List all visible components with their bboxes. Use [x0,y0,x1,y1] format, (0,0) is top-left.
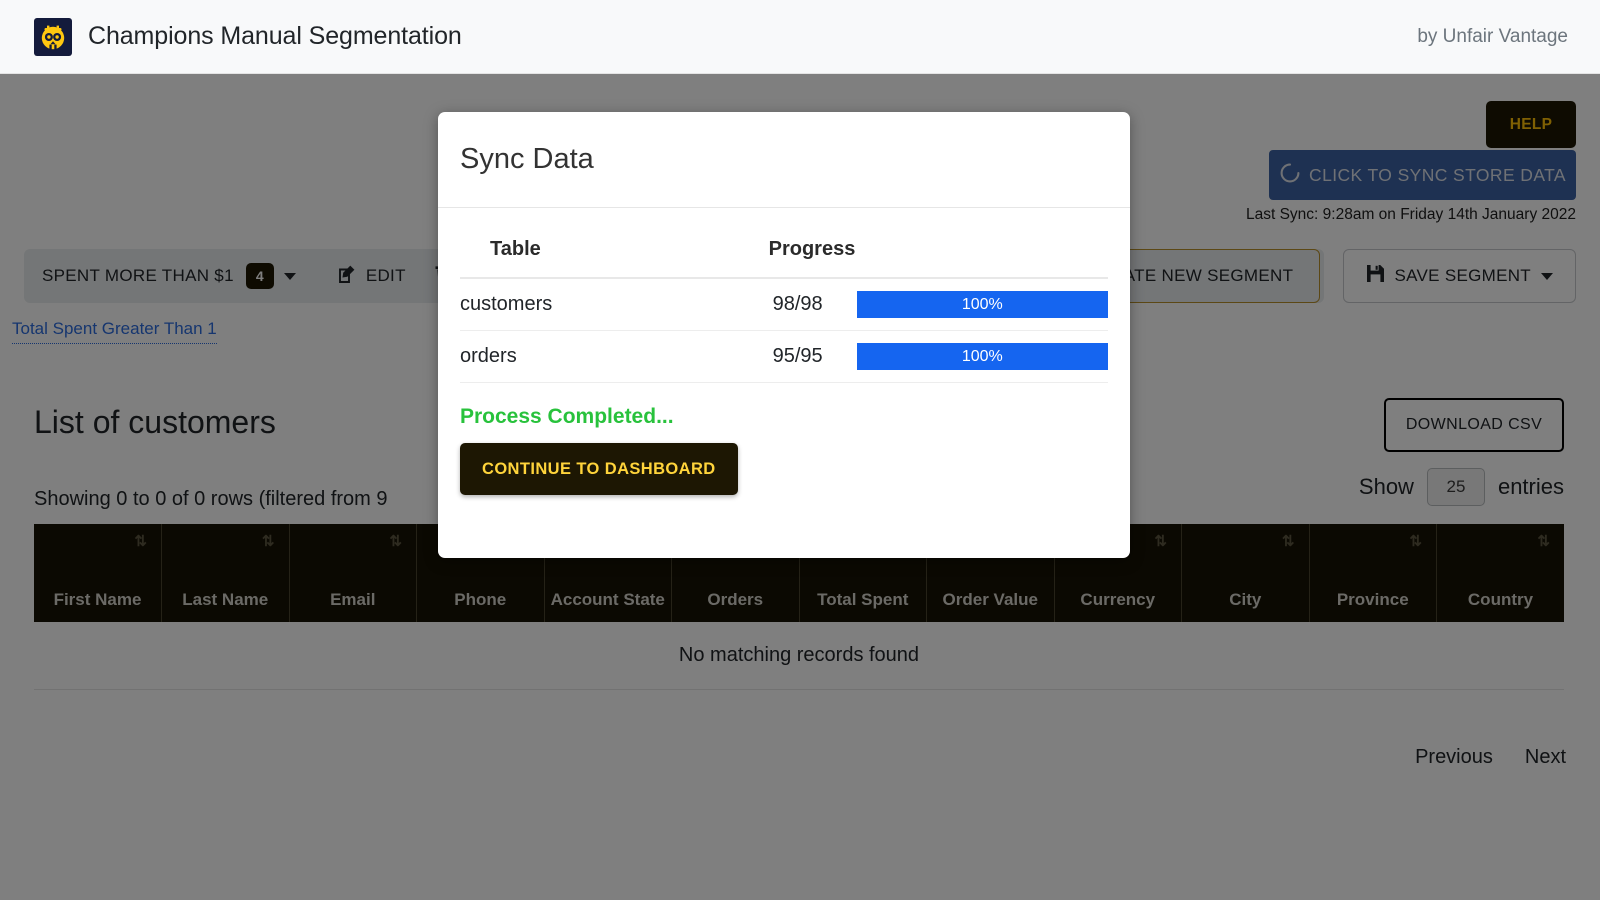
sync-progress-cell: 95/95 100% [738,330,1108,383]
continue-to-dashboard-button[interactable]: CONTINUE TO DASHBOARD [460,443,738,495]
sync-table-name: orders [460,330,739,383]
modal-body: Table Progress customers 98/98 100% orders 9… [438,208,1130,495]
col-progress: Progress [738,230,1108,279]
modal-title: Sync Data [460,143,594,175]
progress-percent-label: 100% [961,295,1003,313]
sync-table-header-row: Table Progress [460,230,1108,279]
col-table: Table [460,230,739,279]
sync-data-modal: Sync Data Table Progress customers 98/98 1… [438,112,1130,558]
sync-record-count: 95/95 [772,345,823,367]
byline: by Unfair Vantage [1417,25,1568,47]
sync-table-row: customers 98/98 100% [460,278,1108,331]
brand[interactable]: Champions Manual Segmentation [34,17,462,56]
modal-header: Sync Data [438,112,1130,208]
progress-percent-label: 100% [961,347,1003,365]
progress-bar: 100% [856,291,1108,318]
top-navbar: Champions Manual Segmentation by Unfair … [0,0,1600,74]
process-status-message: Process Completed... [460,405,674,428]
sync-record-count: 98/98 [772,293,823,315]
sync-table-row: orders 95/95 100% [460,330,1108,383]
progress-track: 100% [856,291,1108,318]
app-title: Champions Manual Segmentation [88,22,462,50]
sync-table-name: customers [460,278,739,331]
progress-bar: 100% [856,343,1108,370]
sync-progress-cell: 98/98 100% [738,278,1108,331]
sync-progress-table: Table Progress customers 98/98 100% orders 9… [460,230,1108,383]
owl-logo-icon [34,17,72,56]
progress-track: 100% [856,343,1108,370]
